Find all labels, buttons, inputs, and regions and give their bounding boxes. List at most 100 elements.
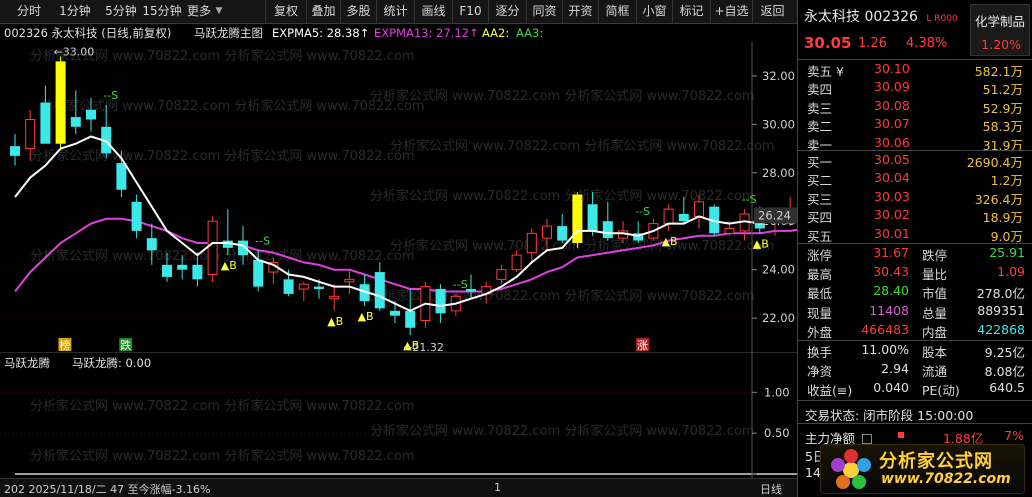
chart-title: 002326 永太科技 (日线,前复权) [4, 26, 172, 40]
btn-f10[interactable]: F10 [452, 0, 488, 23]
btn-statistics[interactable]: 统计 [376, 0, 414, 23]
btn-same-capital[interactable]: 同资 [526, 0, 562, 23]
buy-signal: ▲B [753, 237, 769, 250]
stat-value: 25.91 [989, 245, 1025, 260]
order-book-price: 30.07 [874, 116, 910, 132]
tab-intraday[interactable]: 分时 [6, 0, 52, 23]
y-tick-label: 32.00 [762, 69, 795, 83]
candle [496, 264, 507, 285]
sell-signal: --S [635, 205, 650, 218]
btn-multi-stock[interactable]: 多股 [340, 0, 376, 23]
stat-value: 640.5 [989, 380, 1025, 396]
more-dropdown-icon[interactable]: ▼ [213, 0, 225, 23]
indicator-name[interactable]: 马跃龙腾主图 [194, 24, 263, 42]
btn-open-capital[interactable]: 开资 [562, 0, 598, 23]
status-bar: 202 2025/11/18/二 47 至今涨幅-3.16% 1 日线 [0, 478, 797, 497]
price-change: 1.26 [858, 36, 887, 51]
btn-adjust[interactable]: 复权 [265, 0, 306, 23]
stat-value: 422868 [977, 321, 1025, 337]
btn-mark[interactable]: 标记 [672, 0, 710, 23]
flow-marker-icon [898, 432, 904, 438]
order-book-row[interactable]: 卖五 ¥ 30.10 582.1万 [798, 60, 1032, 79]
sector-change: 1.20% [981, 37, 1021, 52]
sub-axis: 1.00 0.50 [751, 352, 790, 478]
order-book-row[interactable]: 买二 30.04 1.2万 [798, 169, 1032, 188]
stat-label: 外盘 [807, 324, 833, 340]
stat-label: 股本 [922, 345, 948, 360]
tab-15min[interactable]: 15分钟 [136, 0, 188, 23]
bottom-tag-label: 榜 [59, 338, 70, 352]
order-book-row[interactable]: 买五 30.01 9.0万 [798, 225, 1032, 244]
order-book-row[interactable]: 卖三 30.08 52.9万 [798, 97, 1032, 116]
sell-signal: --S [742, 193, 757, 206]
divider [798, 400, 1032, 401]
order-book-row[interactable]: 卖四 30.09 51.2万 [798, 78, 1032, 97]
order-book-volume: 9.0万 [990, 228, 1023, 244]
sell-signal: --S [255, 234, 270, 247]
stat-value: 31.67 [873, 245, 909, 260]
candle [633, 221, 644, 244]
status-period[interactable]: 日线 [760, 481, 782, 497]
btn-back[interactable]: 返回 [752, 0, 792, 23]
stat-label: 跌停 [922, 248, 948, 263]
stat-row: 外盘 466483 内盘 422868 [798, 321, 1032, 340]
order-book-price: 30.06 [874, 134, 910, 150]
candle [40, 85, 51, 144]
y-tick-label: 1.00 [764, 385, 790, 399]
order-book-price: 30.10 [874, 61, 910, 76]
candle [435, 284, 446, 323]
stat-row: 换手 11.00% 股本 9.25亿 [798, 341, 1032, 360]
order-book-row[interactable]: 买三 30.03 326.4万 [798, 188, 1032, 207]
order-book-volume: 582.1万 [974, 64, 1023, 79]
stock-title: 永太科技 002326 L R000 [804, 9, 958, 25]
toolbar: 分时 1分钟 5分钟 15分钟 更多 ▼ 复权 叠加 多股 统计 画线 F10 … [0, 0, 797, 24]
current-price-label: 26.24 [758, 208, 791, 222]
btn-add-watchlist[interactable]: +自选 [710, 0, 752, 23]
ema5-label: EXPMA5: 28.38↑ [272, 26, 370, 40]
btn-tick[interactable]: 逐分 [488, 0, 526, 23]
stat-label: 净资 [807, 364, 833, 380]
tab-more[interactable]: 更多 [182, 0, 216, 23]
candle [344, 269, 355, 294]
btn-small-window[interactable]: 小窗 [636, 0, 672, 23]
sub-chart[interactable]: 分析家公式网 www.70822.com 分析家公式网 www.70822.co… [0, 352, 797, 478]
y-tick-label: 28.00 [762, 166, 795, 180]
order-book-label: 卖三 [807, 100, 833, 116]
tab-1min[interactable]: 1分钟 [52, 0, 98, 23]
btn-draw-line[interactable]: 画线 [414, 0, 452, 23]
stat-value: 11408 [869, 302, 909, 318]
sell-signal: --S [453, 278, 468, 291]
stat-label: 市值 [922, 286, 948, 302]
sector-name: 化学制品 [975, 14, 1026, 29]
order-book-label: 卖四 [807, 82, 833, 98]
candle [298, 281, 309, 302]
main-flow-pct: 7% [1004, 428, 1024, 443]
order-book-row[interactable]: 买一 30.05 2690.4万 [798, 151, 1032, 170]
order-book-price: 30.08 [874, 97, 910, 113]
stat-value: 1.09 [997, 264, 1025, 280]
stat-value: 0.040 [873, 380, 909, 396]
aa2-label: AA2: [482, 26, 510, 40]
sub-grid [0, 352, 797, 434]
candle [557, 213, 568, 244]
order-book-volume: 326.4万 [974, 191, 1023, 207]
y-tick-label: 24.00 [762, 263, 795, 277]
order-book-row[interactable]: 买四 30.02 18.9万 [798, 206, 1032, 225]
sector-tag[interactable]: 化学制品 1.20% [970, 4, 1030, 56]
ema13-label: EXPMA13: 27.12↑ [374, 26, 479, 40]
btn-overlay[interactable]: 叠加 [306, 0, 340, 23]
watermark-text: 分析家公式网 www.70822.com 分析家公式网 www.70822.co… [370, 88, 755, 104]
sub-watermark: 分析家公式网 www.70822.com 分析家公式网 www.70822.co… [30, 398, 755, 464]
flow-chart-icon[interactable] [862, 434, 872, 444]
order-book-volume: 58.3万 [982, 119, 1023, 135]
order-book-price: 30.03 [874, 188, 910, 204]
price-chart[interactable]: 分析家公式网 www.70822.com 分析家公式网 www.70822.co… [0, 42, 797, 352]
stat-value: 2.94 [881, 361, 909, 377]
btn-simple-frame[interactable]: 简框 [598, 0, 636, 23]
candle [526, 228, 537, 263]
stat-row: 最高 30.43 量比 1.09 [798, 263, 1032, 282]
candle [602, 201, 613, 241]
order-book-row[interactable]: 卖二 30.07 58.3万 [798, 115, 1032, 134]
order-book-label: 买四 [807, 210, 833, 226]
logo-text: 分析家公式网 [879, 451, 993, 472]
